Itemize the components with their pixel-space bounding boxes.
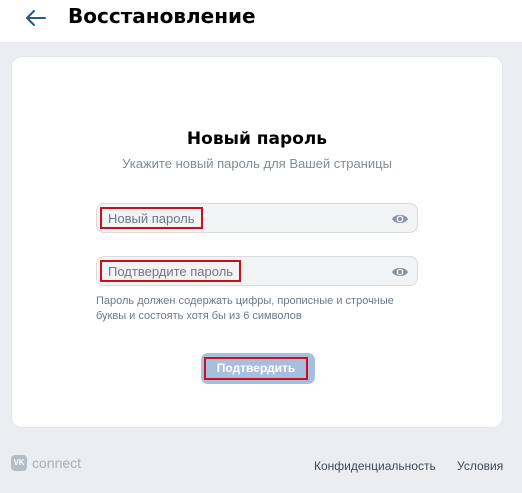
- eye-icon[interactable]: [391, 263, 409, 281]
- form-subtitle: Укажите новый пароль для Вашей страницы: [122, 156, 392, 171]
- vk-connect-logo: VK connect: [11, 455, 81, 471]
- arrow-left-icon: [26, 10, 46, 26]
- top-bar: Восстановление: [0, 0, 522, 42]
- form-title: Новый пароль: [186, 129, 328, 149]
- eye-icon[interactable]: [391, 210, 409, 228]
- terms-link[interactable]: Условия: [457, 459, 503, 473]
- privacy-link[interactable]: Конфиденциальность: [314, 459, 436, 473]
- new-password-field[interactable]: Новый пароль: [96, 203, 418, 233]
- new-password-placeholder: Новый пароль: [100, 207, 203, 229]
- confirm-password-field[interactable]: Подтвердите пароль: [96, 256, 418, 286]
- confirm-password-placeholder: Подтвердите пароль: [100, 260, 242, 282]
- connect-logo-text: connect: [32, 455, 82, 471]
- back-button[interactable]: [24, 6, 48, 30]
- password-hint: Пароль должен содержать цифры, прописные…: [96, 295, 394, 322]
- password-reset-card: Новый пароль Укажите новый пароль для Ва…: [12, 57, 502, 427]
- confirm-button[interactable]: Подтвердить: [201, 353, 315, 384]
- confirm-button-label: Подтвердить: [204, 357, 308, 380]
- vk-logo-icon: VK: [11, 455, 27, 471]
- page-title: Восстановление: [68, 4, 256, 28]
